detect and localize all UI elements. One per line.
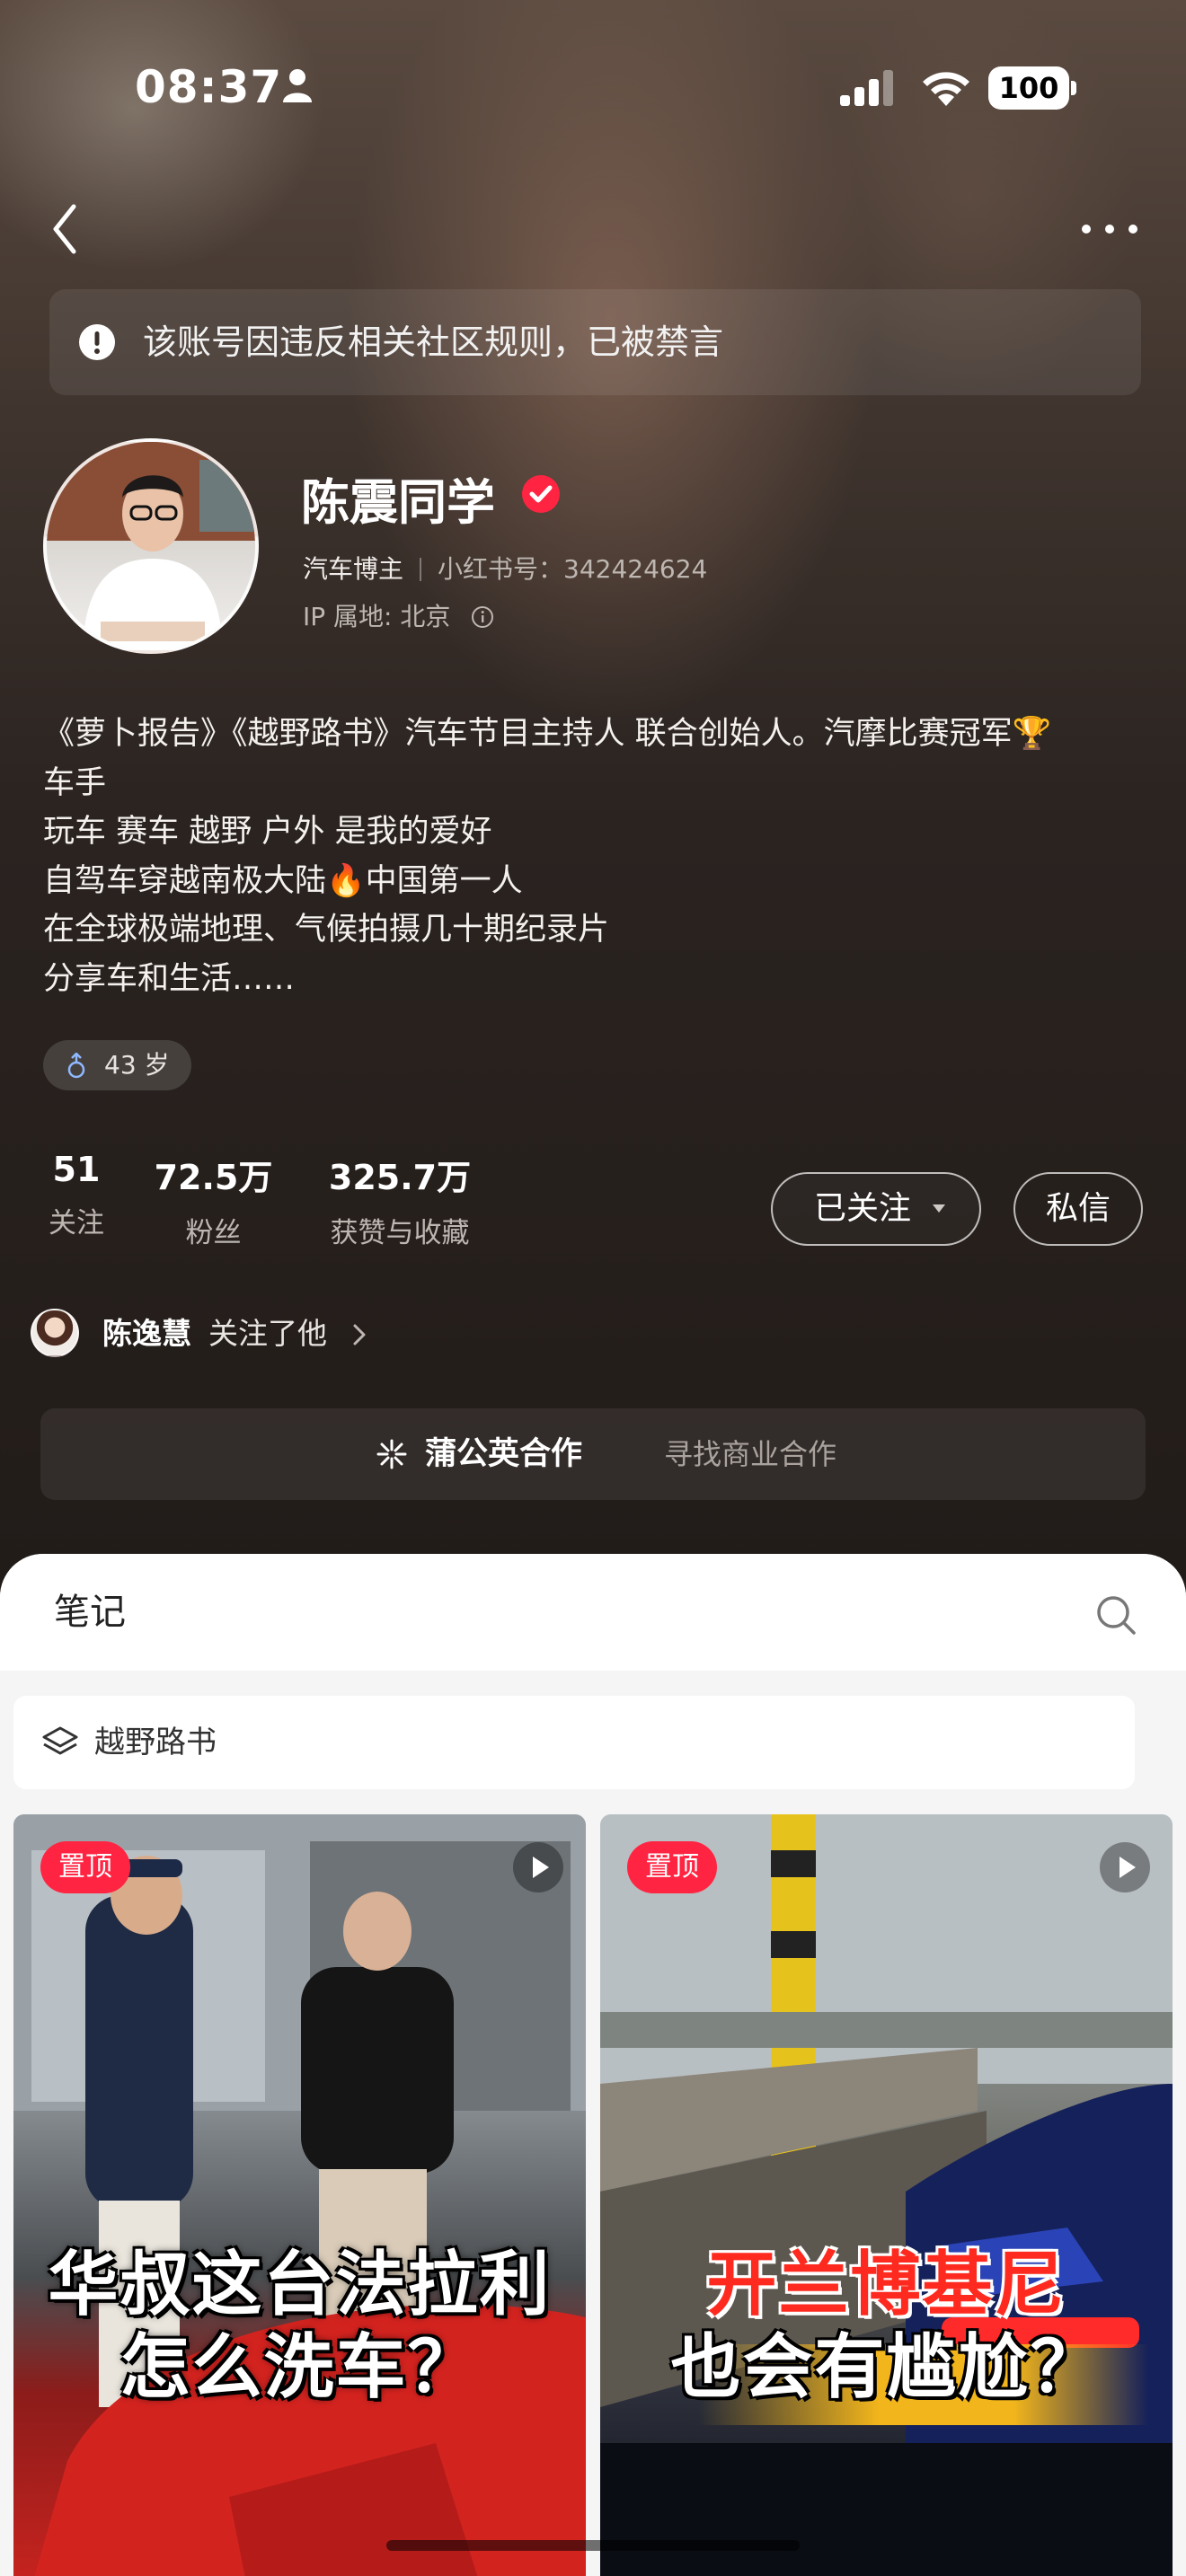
tab-notes[interactable]: 笔记 — [54, 1554, 126, 1671]
bio-line: 分享车和生活…… — [43, 960, 296, 997]
note-caption: 华叔这台法拉利 怎么洗车？ — [13, 2244, 586, 2409]
stat-following[interactable]: 51 关注 — [36, 1150, 117, 1240]
notes-sheet: 笔记 越野路书 置顶 华叔这台法拉利 怎么洗车？ 置顶 开兰博基尼 也会有尴尬？ — [0, 1554, 1186, 2576]
stat-value: 72.5万 — [154, 1158, 273, 1197]
note-card[interactable]: 置顶 开兰博基尼 也会有尴尬？ — [600, 1814, 1173, 2576]
pinned-badge: 置顶 — [40, 1841, 130, 1893]
layers-icon — [42, 1726, 78, 1755]
avatar[interactable] — [43, 438, 259, 654]
bio-line: 玩车 赛车 越野 户外 是我的爱好 — [43, 814, 492, 850]
stat-likes[interactable]: 325.7万 获赞与收藏 — [314, 1150, 485, 1250]
collection-label: 越野路书 — [94, 1725, 217, 1760]
bio-line: 在全球极端地理、气候拍摄几十期纪录片 — [43, 912, 610, 948]
signal-icon — [840, 70, 893, 106]
following-button[interactable]: 已关注 — [771, 1172, 981, 1246]
collection-item[interactable]: 越野路书 — [13, 1696, 1135, 1789]
pinned-badge: 置顶 — [627, 1841, 717, 1893]
caption-line: 开兰博基尼 — [706, 2245, 1067, 2325]
bio-line: 车手 — [43, 764, 107, 801]
exclamation-circle-icon — [79, 324, 115, 360]
stat-value: 51 — [52, 1150, 101, 1189]
note-cover-image — [13, 1814, 586, 2576]
profile-ip-text: IP 属地: 北京 — [303, 602, 451, 631]
person-icon — [283, 69, 312, 102]
sheet-header: 笔记 — [0, 1554, 1186, 1671]
caption-line: 怎么洗车？ — [119, 2327, 480, 2408]
mutual-action: 关注了他 — [208, 1316, 327, 1351]
profile-ip: IP 属地: 北京 — [303, 597, 494, 633]
mutual-name: 陈逸慧 — [102, 1316, 191, 1351]
stat-followers[interactable]: 72.5万 粉丝 — [148, 1150, 279, 1250]
verified-icon — [522, 475, 560, 513]
caption-line: 也会有尴尬？ — [670, 2327, 1102, 2408]
profile-meta: 汽车博主 小红书号：342424624 — [303, 550, 707, 586]
status-bar: 08:37 100 — [0, 0, 1186, 180]
following-button-label: 已关注 — [814, 1190, 912, 1227]
mutual-avatar — [31, 1309, 79, 1357]
bio-line: 自驾车穿越南极大陆🔥中国第一人 — [43, 862, 523, 899]
message-button[interactable]: 私信 — [1013, 1172, 1143, 1246]
bio-line: 《萝卜报告》《越野路书》汽车节目主持人 联合创始人。汽摩比赛冠军🏆 — [43, 716, 1052, 752]
collab-banner[interactable]: 蒲公英合作 寻找商业合作 — [40, 1408, 1146, 1500]
play-icon — [513, 1842, 563, 1892]
male-icon — [67, 1053, 85, 1079]
profile-id-value[interactable]: 342424624 — [563, 554, 707, 584]
profile-bio: 《萝卜报告》《越野路书》汽车节目主持人 联合创始人。汽摩比赛冠军🏆 车手 玩车 … — [43, 710, 1148, 1003]
status-time: 08:37 — [135, 61, 283, 113]
chevron-right-icon — [353, 1324, 366, 1345]
more-icon[interactable] — [1074, 211, 1146, 247]
caption-line: 华叔这台法拉利 — [48, 2245, 552, 2325]
play-icon — [1100, 1842, 1150, 1892]
dandelion-icon — [376, 1439, 407, 1469]
age-text: 43 岁 — [104, 1050, 170, 1080]
age-tag: 43 岁 — [43, 1040, 191, 1090]
chevron-left-icon[interactable] — [45, 198, 90, 260]
ban-notice: 该账号因违反相关社区规则，已被禁言 — [49, 289, 1141, 395]
message-button-label: 私信 — [1045, 1190, 1111, 1227]
search-icon[interactable] — [1094, 1593, 1137, 1636]
stat-label: 获赞与收藏 — [330, 1217, 470, 1249]
note-card[interactable]: 置顶 华叔这台法拉利 怎么洗车？ — [13, 1814, 586, 2576]
battery-level: 100 — [998, 71, 1059, 105]
profile-id-label: 小红书号： — [438, 554, 564, 584]
collab-title: 蒲公英合作 — [425, 1436, 583, 1472]
stat-label: 粉丝 — [185, 1217, 242, 1249]
ban-notice-text: 该账号因违反相关社区规则，已被禁言 — [143, 322, 724, 362]
stat-value: 325.7万 — [328, 1158, 472, 1197]
note-cover-image — [600, 1814, 1173, 2576]
battery-icon: 100 — [988, 66, 1078, 110]
home-indicator[interactable] — [386, 2540, 800, 2551]
stat-label: 关注 — [49, 1207, 104, 1239]
caret-down-icon — [933, 1204, 945, 1213]
info-icon[interactable] — [471, 605, 494, 629]
collab-subtitle: 寻找商业合作 — [664, 1437, 837, 1471]
profile-name: 陈震同学 — [301, 474, 495, 531]
profile-role: 汽车博主 — [303, 554, 404, 584]
wifi-icon — [923, 72, 969, 106]
note-caption: 开兰博基尼 也会有尴尬？ — [600, 2244, 1173, 2409]
